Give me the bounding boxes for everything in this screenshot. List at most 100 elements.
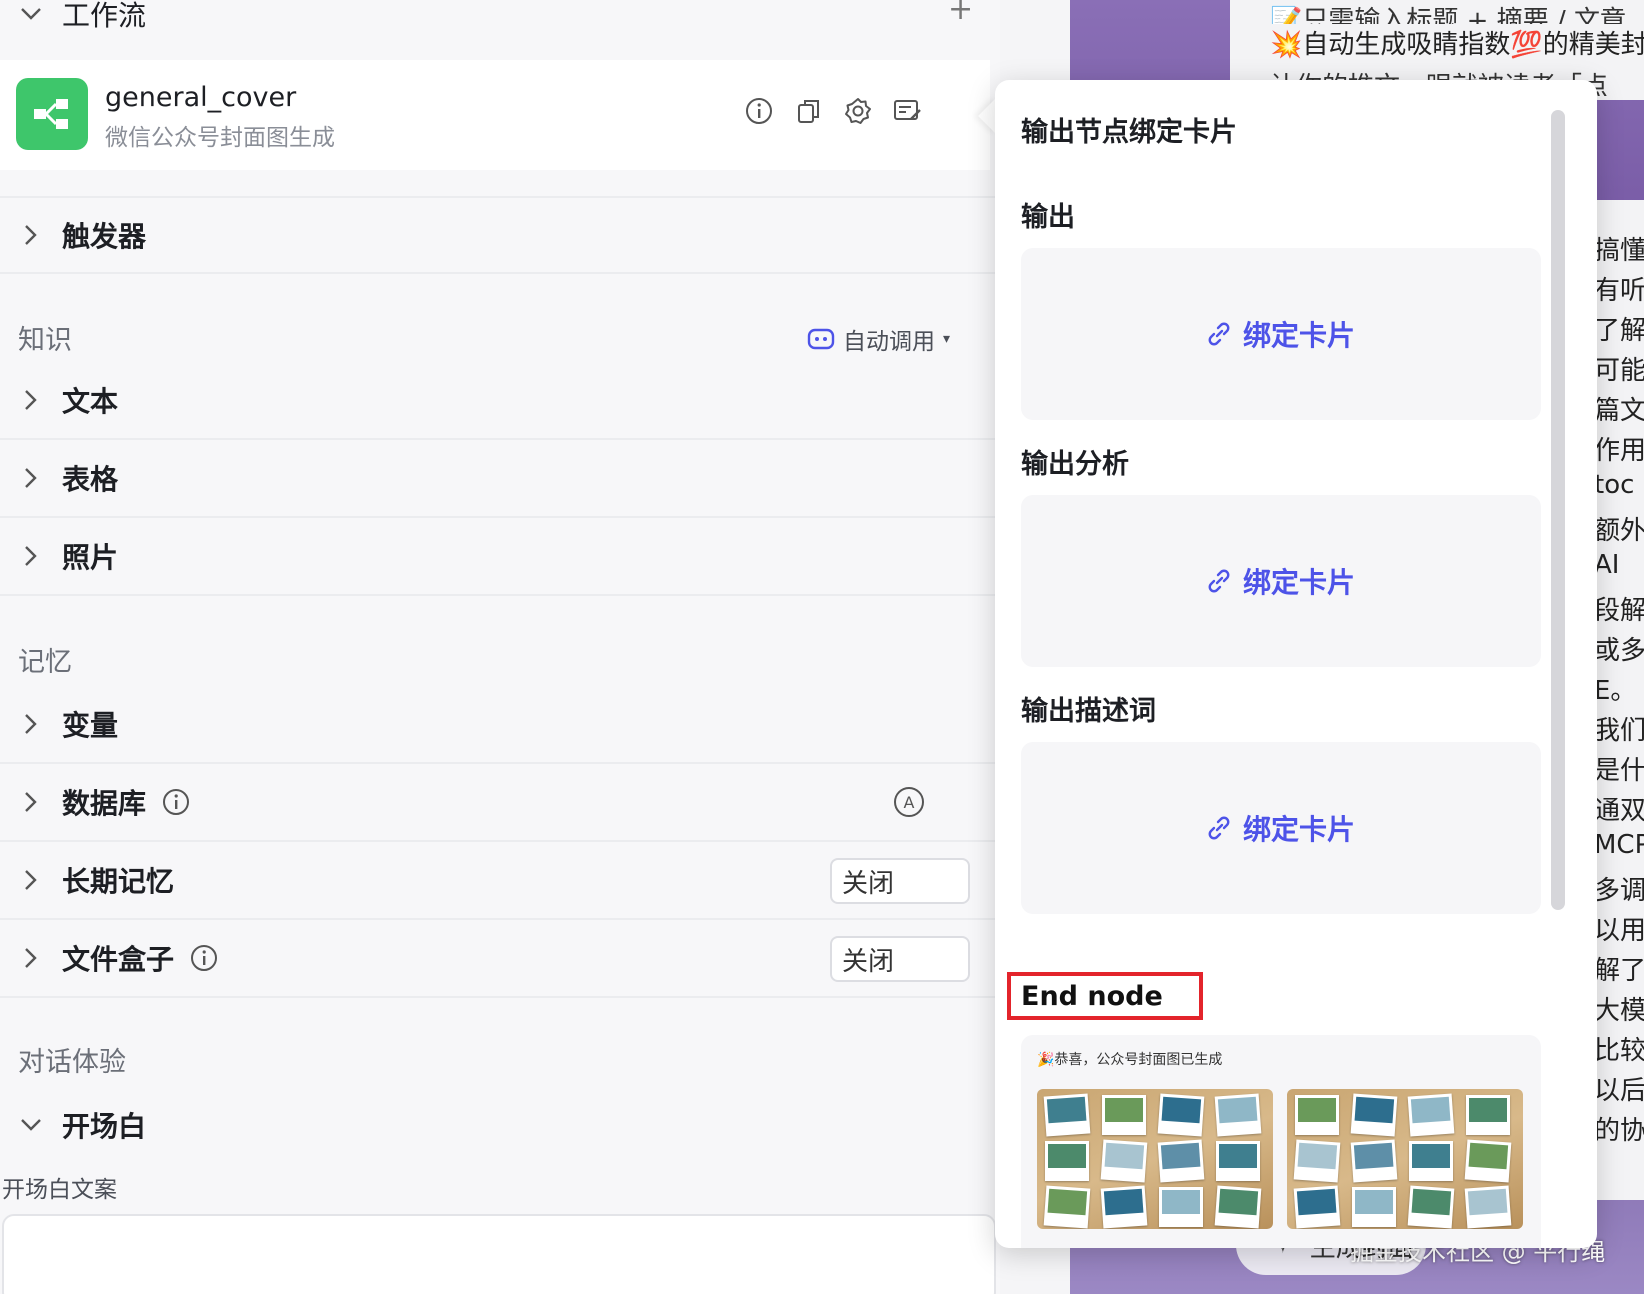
opening-text-input[interactable] xyxy=(2,1214,996,1294)
background-article-line: AI xyxy=(1594,550,1620,580)
knowledge-table-item[interactable]: 表格 xyxy=(0,440,1000,518)
cover-photo-thumbnail xyxy=(1352,1187,1396,1227)
popup-scrollbar[interactable] xyxy=(1551,110,1565,910)
result-message: 🎉恭喜，公众号封面图已生成 xyxy=(1037,1052,1223,1068)
background-article-line: 额外部 xyxy=(1594,516,1644,546)
chevron-right-icon xyxy=(20,467,42,489)
copy-icon[interactable] xyxy=(794,96,824,126)
auto-call-dropdown[interactable]: 自动调用 ▾ xyxy=(807,322,950,356)
cover-photo-thumbnail xyxy=(1295,1095,1339,1135)
cover-photo-thumbnail xyxy=(1045,1141,1089,1181)
long-term-memory-select[interactable]: 关闭 xyxy=(830,858,970,904)
cover-image[interactable] xyxy=(1287,1089,1523,1229)
file-box-select[interactable]: 关闭 xyxy=(830,936,970,982)
knowledge-photo-label: 照片 xyxy=(62,541,119,574)
memory-file-box-item[interactable]: 文件盒子 关闭 xyxy=(0,920,1000,998)
knowledge-table-label: 表格 xyxy=(62,463,119,496)
chevron-right-icon xyxy=(20,869,42,891)
memory-variables-item[interactable]: 变量 xyxy=(0,686,1000,764)
bind-card-button[interactable]: 绑定卡片 xyxy=(1021,495,1541,667)
add-workflow-icon[interactable]: + xyxy=(948,0,973,27)
memory-file-box-label: 文件盒子 xyxy=(62,943,175,976)
background-article-line: 解了 xyxy=(1594,956,1644,986)
memory-variables-label: 变量 xyxy=(62,709,119,742)
chevron-right-icon xyxy=(20,791,42,813)
workflow-card[interactable]: general_cover 微信公众号封面图生成 xyxy=(0,60,990,170)
workflow-description: 微信公众号封面图生成 xyxy=(105,125,335,151)
cover-photo-thumbnail xyxy=(1157,1139,1205,1183)
end-node-label: End node xyxy=(1021,980,1163,1012)
trigger-section[interactable]: 触发器 xyxy=(0,196,1000,274)
background-article-line: 📝只需输入标题 + 摘要 / 文章 xyxy=(1270,6,1626,24)
chevron-right-icon xyxy=(20,224,42,246)
file-box-value: 关闭 xyxy=(842,946,895,977)
background-article-line: 有听 xyxy=(1594,276,1644,306)
background-article-line: 💥自动生成吸睛指数💯的精美封 xyxy=(1270,30,1644,60)
cover-photo-thumbnail xyxy=(1293,1139,1341,1183)
cover-photo-thumbnail xyxy=(1214,1093,1262,1137)
workflow-section-title: 工作流 xyxy=(62,0,147,32)
opening-label: 开场白 xyxy=(62,1110,147,1143)
cover-photo-thumbnail xyxy=(1466,1095,1510,1135)
background-article-line: 搞懂了 xyxy=(1594,236,1644,266)
background-article-line: 是什么 xyxy=(1594,756,1644,786)
workflow-icon xyxy=(16,78,88,150)
output-prompt-label: 输出描述词 xyxy=(1021,696,1156,727)
info-icon[interactable] xyxy=(162,788,190,816)
background-article-line: MCP xyxy=(1594,830,1644,860)
background-article-line: 我们都 xyxy=(1594,716,1644,746)
background-article-line: 比较多 xyxy=(1594,1036,1644,1066)
background-article-line: 的协 xyxy=(1594,1116,1644,1146)
cover-photo-thumbnail xyxy=(1464,1139,1512,1183)
link-icon xyxy=(1208,569,1230,593)
background-article-line: 通双方 xyxy=(1594,796,1644,826)
memory-database-item[interactable]: 数据库 A xyxy=(0,764,1000,842)
bind-card-button[interactable]: 绑定卡片 xyxy=(1021,742,1541,914)
background-article-line: 了解 xyxy=(1594,316,1644,346)
cover-photo-thumbnail xyxy=(1102,1095,1146,1135)
knowledge-text-item[interactable]: 文本 xyxy=(0,362,1000,440)
link-icon xyxy=(1208,322,1230,346)
bind-card-button[interactable]: 绑定卡片 xyxy=(1021,248,1541,420)
cover-photo-thumbnail xyxy=(1100,1185,1148,1229)
cover-image[interactable] xyxy=(1037,1089,1273,1229)
background-article-line: 段解释 xyxy=(1594,596,1644,626)
cover-photo-thumbnail xyxy=(1409,1141,1453,1181)
workflow-name: general_cover xyxy=(105,82,297,113)
background-article-line: 以后就 xyxy=(1594,1076,1644,1106)
background-article-line: 或多 xyxy=(1594,636,1644,666)
cover-photo-thumbnail xyxy=(1350,1093,1398,1137)
cover-photo-thumbnail xyxy=(1159,1187,1203,1227)
opening-item[interactable]: 开场白 xyxy=(0,1086,1000,1164)
workflow-section-header[interactable]: 工作流 + xyxy=(0,0,1000,38)
knowledge-section-title: 知识 xyxy=(18,325,72,356)
background-article-line: 多调用 xyxy=(1594,876,1644,906)
popup-title: 输出节点绑定卡片 xyxy=(1021,117,1237,148)
dialog-section-title: 对话体验 xyxy=(18,1047,126,1078)
end-node-highlight: End node xyxy=(1007,972,1203,1020)
trigger-label: 触发器 xyxy=(62,220,147,253)
cover-photo-thumbnail xyxy=(1293,1185,1341,1229)
chevron-right-icon xyxy=(20,389,42,411)
gear-icon[interactable] xyxy=(843,96,873,126)
knowledge-photo-item[interactable]: 照片 xyxy=(0,518,1000,596)
chevron-right-icon xyxy=(20,545,42,567)
info-icon[interactable] xyxy=(190,944,218,972)
memory-database-label: 数据库 xyxy=(62,787,147,820)
caret-down-icon: ▾ xyxy=(942,331,950,347)
background-article-line: toc xyxy=(1594,470,1635,500)
agent-config-panel: 工作流 + general_cover 微信公众号封面图生成 触发器 知识 自动… xyxy=(0,0,1000,1294)
memory-long-term-item[interactable]: 长期记忆 关闭 xyxy=(0,842,1000,920)
robot-icon xyxy=(807,328,835,350)
background-article-line: E。 xyxy=(1594,676,1637,706)
background-article-line: 篇文章 xyxy=(1594,396,1644,426)
info-icon[interactable] xyxy=(744,96,774,126)
bind-card-label: 绑定卡片 xyxy=(1242,566,1355,599)
cover-photo-thumbnail xyxy=(1043,1093,1091,1137)
cover-photo-thumbnail xyxy=(1407,1185,1455,1229)
edit-note-icon[interactable] xyxy=(893,96,923,126)
memory-section-title: 记忆 xyxy=(18,647,72,678)
database-mode-badge[interactable]: A xyxy=(894,787,924,817)
cover-photo-thumbnail xyxy=(1157,1093,1205,1137)
cover-photo-thumbnail xyxy=(1043,1185,1091,1229)
